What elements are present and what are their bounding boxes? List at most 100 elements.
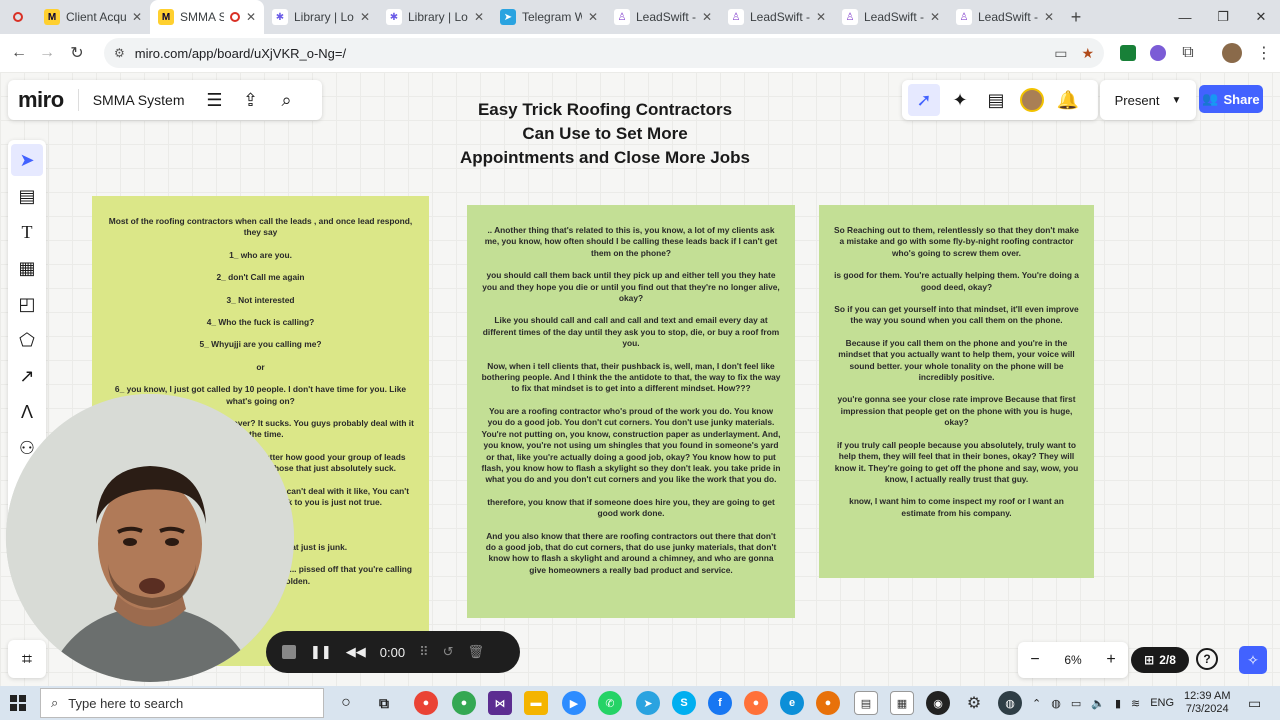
tab-close-icon[interactable]: ✕ — [930, 10, 940, 24]
connector-line-icon[interactable]: ↗ — [11, 360, 43, 392]
settings-gear-icon[interactable]: ⚙ — [962, 691, 986, 715]
bookmark-star-icon[interactable]: ★ — [1081, 45, 1094, 62]
comments-icon[interactable]: ▤ — [980, 84, 1012, 116]
edge-icon[interactable]: e — [780, 691, 804, 715]
stop-recording-button[interactable] — [282, 645, 296, 659]
share-button[interactable]: 👥 Share — [1199, 85, 1263, 113]
site-info-icon[interactable]: ⚙ — [114, 46, 125, 60]
select-tool-icon[interactable]: ➤ — [11, 144, 43, 176]
export-icon[interactable]: ⇪ — [234, 84, 266, 116]
browser-tab[interactable]: ♙ LeadSwift - ✕ — [606, 0, 720, 34]
extensions-puzzle-icon[interactable]: ⧉ — [1174, 39, 1202, 67]
notification-center-icon[interactable]: ▭ — [1248, 686, 1261, 720]
user-avatar[interactable] — [1016, 84, 1048, 116]
browser-tab[interactable]: ♙ LeadSwift - ✕ — [834, 0, 948, 34]
facebook-icon[interactable]: f — [708, 691, 732, 715]
zoom-level[interactable]: 6% — [1064, 653, 1081, 667]
ai-assistant-icon[interactable]: ✧ — [1239, 646, 1267, 674]
cortana-icon[interactable]: ○ — [334, 691, 358, 715]
notifications-bell-icon[interactable]: 🔔 — [1052, 84, 1084, 116]
file-explorer-icon[interactable]: ▬ — [524, 691, 548, 715]
pause-icon[interactable]: ❚❚ — [310, 644, 332, 660]
extension-badge-icon[interactable] — [1144, 39, 1172, 67]
forward-icon[interactable]: → — [32, 38, 62, 68]
board-name[interactable]: SMMA System — [93, 92, 185, 108]
language-indicator[interactable]: ENG — [1150, 697, 1174, 709]
pen-tool-icon[interactable]: Ʌ — [11, 396, 43, 428]
browser-tab[interactable]: ➤ Telegram W ✕ — [492, 0, 606, 34]
delete-icon[interactable]: 🗑 — [468, 644, 485, 660]
tab-close-icon[interactable]: ✕ — [474, 10, 484, 24]
minimize-icon[interactable]: ― — [1166, 0, 1204, 34]
tab-close-icon[interactable]: ✕ — [246, 10, 256, 24]
present-button[interactable]: Present — [1115, 93, 1160, 108]
notes-app-icon[interactable]: ▤ — [854, 691, 878, 715]
browser-tab[interactable]: M Client Acqui ✕ — [36, 0, 150, 34]
recorder-app-icon[interactable]: ◍ — [998, 691, 1022, 715]
sheets-extension-icon[interactable] — [1114, 39, 1142, 67]
maximize-icon[interactable]: ❐ — [1204, 0, 1242, 34]
store-app-icon[interactable]: ▦ — [890, 691, 914, 715]
tab-close-icon[interactable]: ✕ — [816, 10, 826, 24]
browser-tab[interactable]: ✱ Library | Loo ✕ — [264, 0, 378, 34]
skype-icon[interactable]: S — [672, 691, 696, 715]
windows-start-icon[interactable] — [10, 695, 26, 711]
taskbar-search-input[interactable]: ⌕ Type here to search — [40, 688, 324, 718]
back-icon[interactable]: ← — [4, 38, 34, 68]
new-tab-button[interactable]: + — [1062, 7, 1090, 28]
visual-studio-icon[interactable]: ⋈ — [488, 691, 512, 715]
table-tool-icon[interactable]: ▦ — [11, 252, 43, 284]
zoom-icon[interactable]: ▶ — [562, 691, 586, 715]
browser-tab[interactable]: ♙ LeadSwift - ✕ — [948, 0, 1062, 34]
miro-logo[interactable]: miro — [18, 87, 64, 113]
browser-tab[interactable]: ✱ Library | Loo ✕ — [378, 0, 492, 34]
telegram-icon[interactable]: ➤ — [636, 691, 660, 715]
task-view-icon[interactable]: ⧉ — [372, 691, 396, 715]
profile-avatar[interactable] — [1218, 39, 1246, 67]
tab-close-icon[interactable]: ✕ — [588, 10, 598, 24]
board-heading[interactable]: Easy Trick Roofing Contractors Can Use t… — [430, 98, 780, 170]
text-tool-icon[interactable]: T — [11, 216, 43, 248]
browser-tab[interactable]: ♙ LeadSwift - ✕ — [720, 0, 834, 34]
reload-icon[interactable]: ↻ — [62, 38, 92, 68]
network-icon[interactable]: ▭ — [1071, 697, 1081, 710]
sticky-note-mindset[interactable]: So Reaching out to them, relentlessly so… — [819, 205, 1094, 578]
frames-icon[interactable]: ⌗ — [11, 643, 43, 675]
tray-expand-icon[interactable]: ⌃ — [1032, 697, 1041, 710]
tab-close-icon[interactable]: ✕ — [702, 10, 712, 24]
app-icon[interactable]: ● — [816, 691, 840, 715]
search-icon[interactable]: ⌕ — [270, 84, 302, 116]
tray-app-icon[interactable]: ◍ — [1051, 697, 1061, 710]
select-cursor-icon[interactable]: ➚ — [908, 84, 940, 116]
rewind-icon[interactable]: ◀◀ — [346, 644, 366, 660]
cast-icon[interactable]: ▭ — [1054, 45, 1067, 62]
chrome-profile-icon[interactable]: ● — [452, 691, 476, 715]
chrome-icon[interactable]: ● — [414, 691, 438, 715]
clock[interactable]: 12:39 AM 7/3/2024 — [1184, 686, 1230, 720]
menu-icon[interactable]: ☰ — [198, 84, 230, 116]
zoom-in-icon[interactable]: + — [1106, 651, 1115, 669]
zoom-out-icon[interactable]: − — [1030, 651, 1039, 669]
address-bar[interactable]: ⚙ miro.com/app/board/uXjVKR_o-Ng=/ ▭ ★ — [104, 38, 1104, 68]
reactions-icon[interactable]: ✦ — [944, 84, 976, 116]
browser-menu-icon[interactable]: ⋮ — [1250, 39, 1278, 67]
sticky-note-icon[interactable]: ◰ — [11, 288, 43, 320]
battery-icon[interactable]: ▮ — [1115, 697, 1121, 710]
tab-close-icon[interactable]: ✕ — [1044, 10, 1054, 24]
webcam-bubble[interactable] — [6, 394, 294, 682]
wifi-icon[interactable]: ≋ — [1131, 697, 1140, 710]
volume-icon[interactable]: 🔈 — [1091, 697, 1105, 710]
drag-handle-icon[interactable]: ⠿ — [419, 644, 429, 660]
chevron-down-icon[interactable]: ▼ — [1171, 95, 1181, 106]
miro-board-canvas[interactable]: miro SMMA System ☰ ⇪ ⌕ ➚ ✦ ▤ 🔔 Present ▼… — [0, 72, 1280, 686]
browser-tab[interactable]: M SMMA S ✕ — [150, 0, 264, 34]
tab-close-icon[interactable]: ✕ — [132, 10, 142, 24]
frame-counter[interactable]: ⊞ 2/8 — [1131, 647, 1189, 673]
firefox-icon[interactable]: ● — [744, 691, 768, 715]
whatsapp-icon[interactable]: ✆ — [598, 691, 622, 715]
help-icon[interactable]: ? — [1196, 648, 1218, 670]
tab-close-icon[interactable]: ✕ — [360, 10, 370, 24]
close-window-icon[interactable]: ✕ — [1242, 0, 1280, 34]
media-app-icon[interactable]: ◉ — [926, 691, 950, 715]
recording-tab[interactable] — [0, 0, 36, 34]
